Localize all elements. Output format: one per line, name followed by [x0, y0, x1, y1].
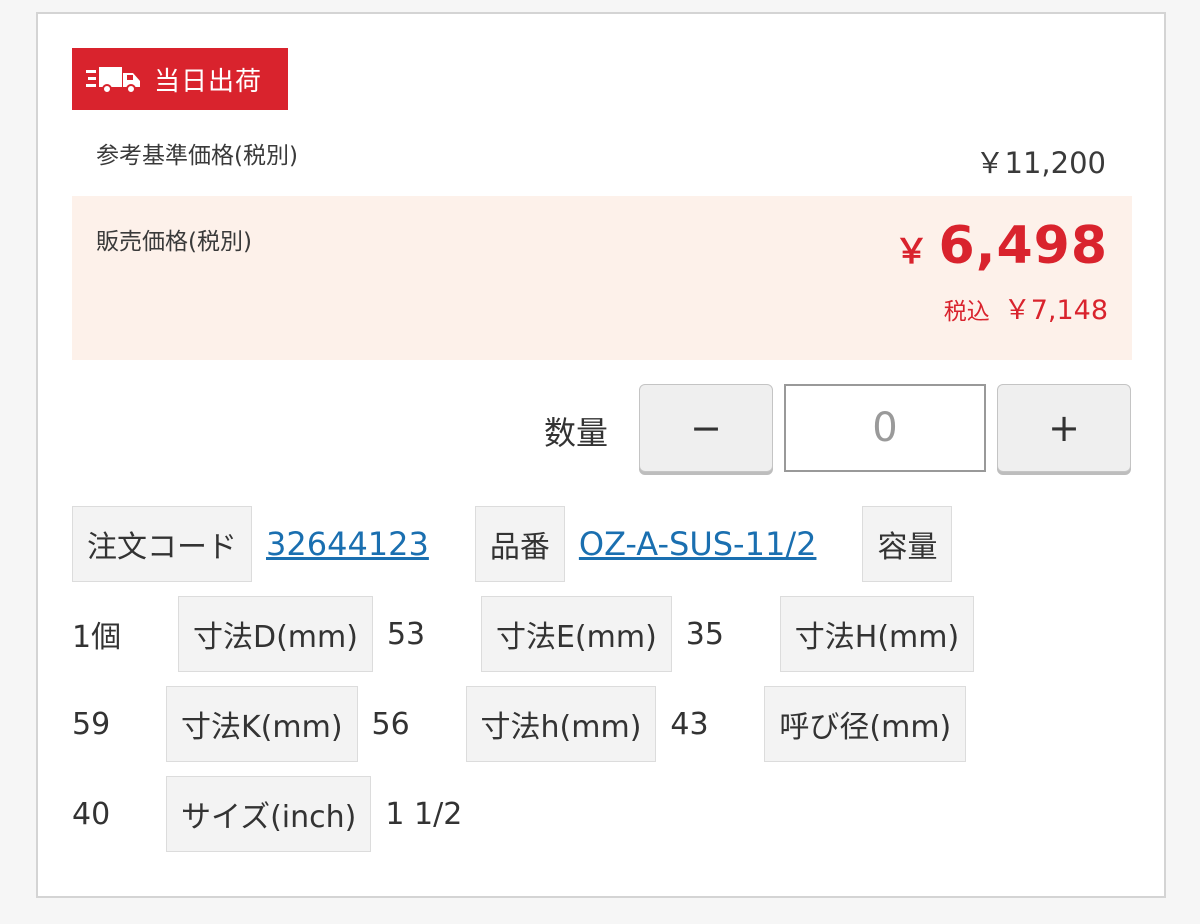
- spec-row: 59 寸法K(mm) 56 寸法h(mm) 43 呼び径(mm): [72, 686, 1138, 762]
- capacity-label: 容量: [862, 506, 953, 582]
- dim-e-label: 寸法E(mm): [480, 596, 672, 672]
- product-price-card: 当日出荷 参考基準価格(税別) ￥11,200 販売価格(税別) ￥ 6,498…: [36, 12, 1166, 898]
- spec-row: 注文コード 32644123 品番 OZ-A-SUS-11/2 容量: [72, 506, 1138, 582]
- order-code-link[interactable]: 32644123: [252, 525, 443, 563]
- tax-included-label: 税込: [943, 299, 990, 325]
- dim-h-upper-label: 寸法H(mm): [779, 596, 975, 672]
- same-day-shipping-badge: 当日出荷: [72, 48, 288, 110]
- dim-d-value: 53: [386, 616, 426, 652]
- size-label: サイズ(inch): [166, 776, 372, 852]
- quantity-decrease-button[interactable]: −: [639, 384, 773, 472]
- sale-price-box: 販売価格(税別) ￥ 6,498 税込 ￥7,148: [72, 196, 1132, 360]
- dim-e-value: 35: [685, 616, 724, 652]
- sale-price-label: 販売価格(税別): [96, 229, 252, 255]
- quantity-input[interactable]: [784, 384, 986, 472]
- sale-price-amount: 6,498: [938, 216, 1108, 276]
- size-value: 1 1/2: [385, 796, 463, 832]
- nominal-diameter-value: 40: [72, 796, 111, 832]
- yen-symbol: ￥: [894, 232, 929, 272]
- tax-included-value: ￥7,148: [1003, 295, 1108, 326]
- dim-k-label: 寸法K(mm): [166, 686, 358, 762]
- badge-label: 当日出荷: [154, 66, 263, 97]
- quantity-label: 数量: [544, 414, 609, 452]
- reference-price-value: ￥11,200: [975, 146, 1106, 180]
- dim-k-value: 56: [371, 706, 410, 742]
- dim-d-label: 寸法D(mm): [178, 596, 373, 672]
- sale-price: ￥ 6,498: [895, 216, 1108, 276]
- dim-h-lower-value: 43: [670, 706, 709, 742]
- capacity-value: 1個: [72, 620, 122, 655]
- tax-included-price: 税込 ￥7,148: [944, 288, 1108, 327]
- spec-row: 40 サイズ(inch) 1 1/2: [72, 776, 1138, 852]
- nominal-diameter-label: 呼び径(mm): [764, 686, 967, 762]
- spec-table: 注文コード 32644123 品番 OZ-A-SUS-11/2 容量 1個 寸法…: [72, 506, 1138, 866]
- dim-h-lower-label: 寸法h(mm): [465, 686, 657, 762]
- quantity-increase-button[interactable]: +: [997, 384, 1131, 472]
- order-code-label: 注文コード: [72, 506, 252, 582]
- truck-icon: [86, 63, 142, 95]
- part-number-label: 品番: [474, 506, 565, 582]
- dim-h-upper-value: 59: [72, 706, 111, 742]
- spec-row: 1個 寸法D(mm) 53 寸法E(mm) 35 寸法H(mm): [72, 596, 1138, 672]
- reference-price-label: 参考基準価格(税別): [96, 143, 298, 169]
- part-number-link[interactable]: OZ-A-SUS-11/2: [565, 525, 831, 563]
